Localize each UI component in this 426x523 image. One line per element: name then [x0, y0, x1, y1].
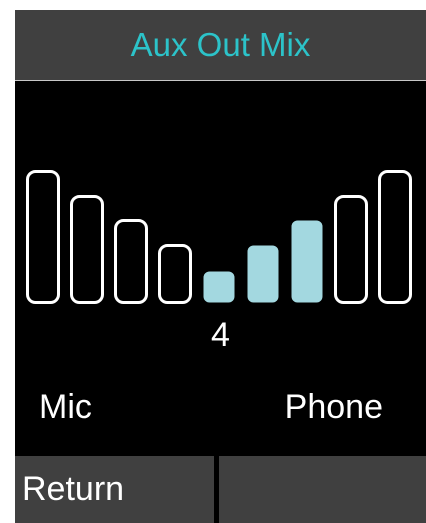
device-screen: Aux Out Mix 4 Mic Phone Return	[15, 10, 426, 523]
return-softkey-label: Return	[22, 470, 125, 508]
level-bar-1	[26, 170, 60, 304]
level-bar-5	[203, 271, 235, 303]
mix-balance-meter[interactable]	[15, 10, 426, 523]
level-bar-3	[114, 219, 148, 304]
level-bar-9	[378, 170, 412, 304]
level-bar-8	[334, 195, 368, 304]
level-bar-6	[247, 245, 279, 303]
mix-left-label: Mic	[39, 388, 92, 426]
right-softkey[interactable]	[219, 456, 426, 523]
mix-right-label: Phone	[284, 388, 383, 426]
level-bar-2	[70, 195, 104, 304]
return-softkey[interactable]: Return	[15, 456, 214, 523]
softkey-bar: Return	[15, 456, 426, 523]
level-bar-7	[291, 220, 323, 303]
mix-value: 4	[211, 316, 230, 354]
level-bar-4	[158, 244, 192, 304]
